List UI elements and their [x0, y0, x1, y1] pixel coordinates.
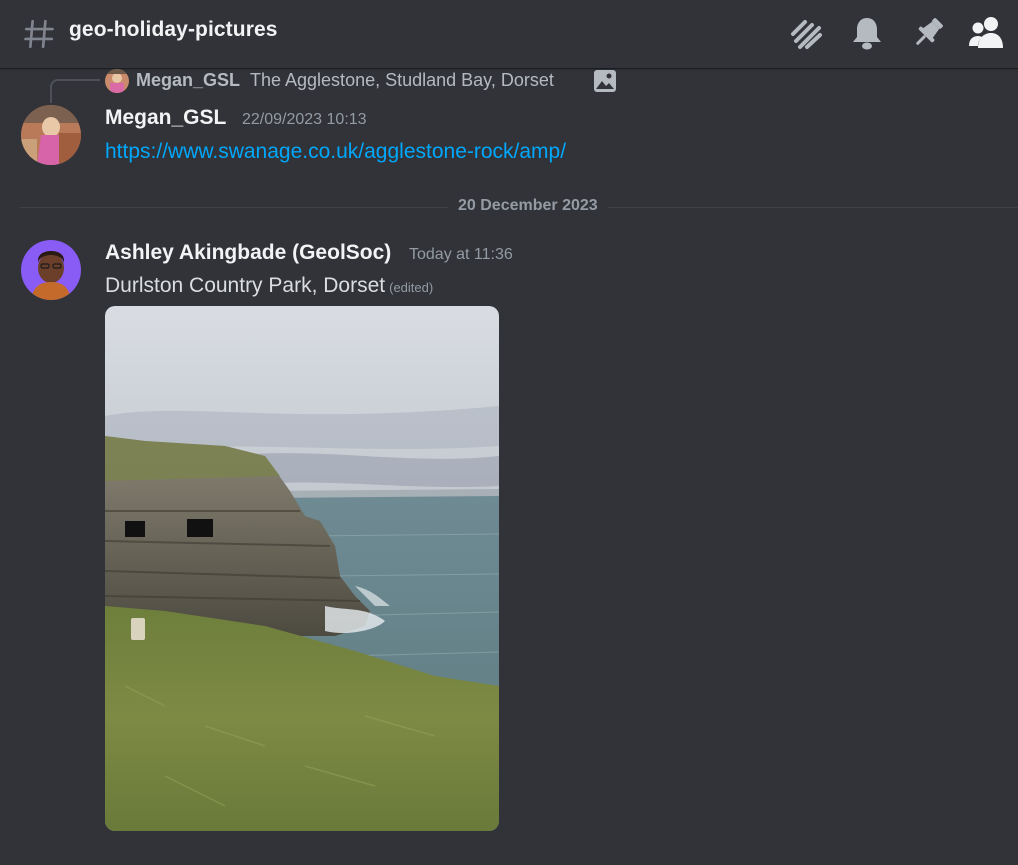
message-timestamp: 22/09/2023 10:13 [242, 111, 367, 128]
message-body: Durlston Country Park, Dorset [105, 274, 386, 297]
message-author[interactable]: Megan_GSL [105, 106, 226, 130]
message-text: Durlston Country Park, Dorset (edited) [105, 274, 433, 298]
image-icon [594, 70, 616, 92]
avatar-megan[interactable] [21, 105, 81, 165]
bell-icon[interactable] [847, 13, 887, 53]
date-divider-label: 20 December 2023 [448, 197, 608, 215]
hash-icon [24, 19, 54, 49]
image-attachment[interactable] [105, 306, 499, 831]
message-link[interactable]: https://www.swanage.co.uk/agglestone-roc… [105, 140, 566, 164]
reply-text[interactable]: The Agglestone, Studland Bay, Dorset [250, 70, 554, 91]
reply-author[interactable]: Megan_GSL [136, 70, 240, 91]
chat-window: geo-holiday-pictures Megan_GSL The Aggle… [0, 0, 1018, 865]
channel-header: geo-holiday-pictures [0, 0, 1018, 68]
pin-icon[interactable] [908, 13, 948, 53]
threads-icon[interactable] [786, 13, 826, 53]
reply-avatar[interactable] [105, 69, 129, 93]
edited-label: (edited) [389, 280, 434, 295]
message-timestamp: Today at 11:36 [409, 246, 513, 263]
members-icon[interactable] [966, 13, 1006, 53]
avatar-ashley[interactable] [21, 240, 81, 300]
reply-spine [50, 79, 100, 103]
channel-name: geo-holiday-pictures [69, 18, 278, 41]
message-author[interactable]: Ashley Akingbade (GeolSoc) [105, 241, 391, 265]
